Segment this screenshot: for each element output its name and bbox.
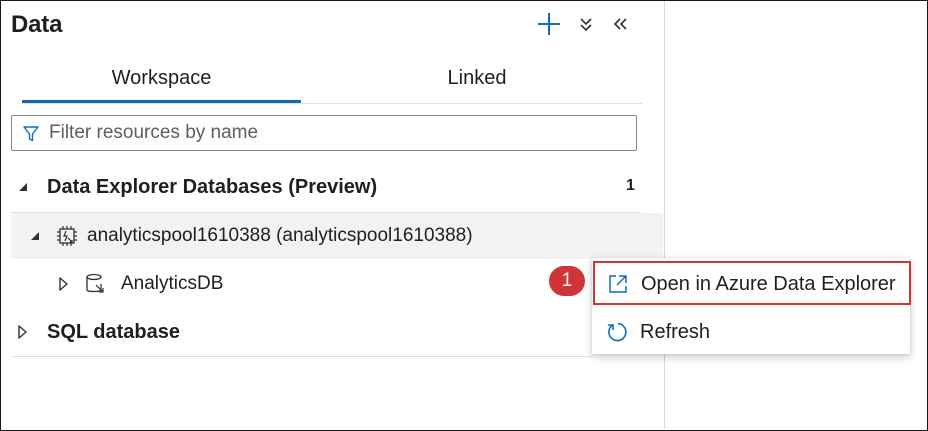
database-icon [86, 273, 104, 293]
tab-linked-label: Linked [447, 67, 507, 89]
collapse-panel-button[interactable] [606, 9, 636, 39]
menu-item-refresh[interactable]: Refresh [592, 308, 910, 356]
filter-input[interactable] [49, 120, 629, 146]
menu-item-open-in-azure-data-explorer[interactable]: Open in Azure Data Explorer [592, 260, 910, 308]
filter-icon [23, 126, 39, 142]
context-menu: Open in Azure Data Explorer Refresh [592, 258, 910, 354]
caret-expanded-icon [31, 232, 39, 240]
tab-bar: Workspace Linked [22, 59, 642, 103]
caret-collapsed-icon [59, 277, 68, 291]
tree-item-label: analyticspool1610388 (analyticspool16103… [87, 225, 473, 246]
section-sql-database[interactable]: SQL database [16, 319, 180, 345]
tree-item-database[interactable]: AnalyticsDB [56, 271, 223, 297]
tree-item-label: AnalyticsDB [121, 273, 224, 294]
add-resource-button[interactable] [534, 9, 564, 39]
open-external-icon [609, 275, 627, 293]
section-count-badge: 1 [626, 177, 635, 194]
data-explorer-pool-icon [57, 226, 77, 246]
plus-icon [538, 13, 560, 35]
filter-box [11, 115, 637, 151]
section-label: SQL database [47, 320, 181, 343]
callout-number-badge: 1 [549, 266, 585, 296]
tab-linked[interactable]: Linked [362, 59, 592, 103]
menu-item-label: Refresh [640, 320, 711, 343]
section-divider [11, 356, 593, 357]
panel-title: Data [11, 11, 63, 38]
double-chevron-down-icon [580, 18, 592, 32]
tab-underline [22, 103, 642, 104]
collapse-all-button[interactable] [571, 9, 601, 39]
caret-collapsed-icon [18, 325, 27, 339]
tab-workspace-label: Workspace [111, 67, 212, 89]
section-label: Data Explorer Databases (Preview) [47, 175, 378, 198]
caret-expanded-icon [19, 183, 27, 191]
double-chevron-left-icon [613, 18, 627, 30]
refresh-icon [608, 322, 627, 342]
tab-workspace[interactable]: Workspace [22, 59, 301, 103]
tree-item-pool[interactable]: analyticspool1610388 (analyticspool16103… [28, 223, 473, 249]
menu-item-label: Open in Azure Data Explorer [641, 272, 896, 295]
data-panel: Data Workspace Linked Data Explorer Data… [1, 1, 665, 429]
section-data-explorer[interactable]: Data Explorer Databases (Preview) [16, 174, 377, 200]
